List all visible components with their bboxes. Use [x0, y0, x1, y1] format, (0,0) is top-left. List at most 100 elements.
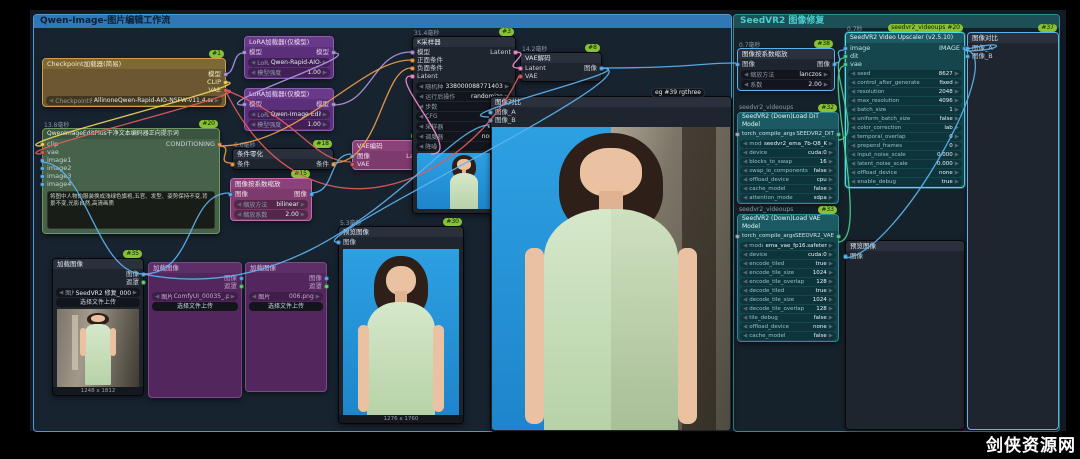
- input-port[interactable]: 图像: [341, 239, 356, 246]
- left-arrow-icon[interactable]: ◀: [743, 306, 747, 312]
- widget-row[interactable]: ◀cache_modelfalse▶: [740, 185, 836, 193]
- widget-row[interactable]: ◀modelema_vae_fp16.safetensors▶: [740, 242, 836, 250]
- left-arrow-icon[interactable]: ◀: [743, 333, 747, 339]
- left-arrow-icon[interactable]: ◀: [851, 107, 855, 113]
- right-arrow-icon[interactable]: ▶: [824, 72, 828, 78]
- node-conditioning-zero-out[interactable]: 0.0毫秒 #18 条件零化 条件 条件: [232, 148, 334, 170]
- left-arrow-icon[interactable]: ◀: [419, 94, 423, 100]
- node-title[interactable]: 加载图像: [149, 263, 241, 273]
- right-arrow-icon[interactable]: ▶: [955, 134, 959, 140]
- right-arrow-icon[interactable]: ▶: [323, 122, 327, 128]
- input-port[interactable]: 图像: [848, 253, 863, 260]
- port-dot[interactable]: [488, 118, 493, 123]
- widget-row[interactable]: ◀缩放系数2.00▶: [234, 210, 308, 219]
- node-preview-image-30[interactable]: 5.3毫秒 #30 预览图像 图像 1276 x 1760: [338, 226, 464, 424]
- right-arrow-icon[interactable]: ▶: [829, 261, 833, 267]
- port-dot[interactable]: [735, 132, 740, 137]
- output-port[interactable]: Latent: [490, 49, 513, 56]
- left-arrow-icon[interactable]: ◀: [743, 168, 747, 174]
- group-title[interactable]: Qwen-Image-图片编辑工作流: [34, 15, 731, 28]
- output-port[interactable]: 图像: [817, 61, 832, 68]
- right-arrow-icon[interactable]: ▶: [231, 294, 235, 300]
- right-arrow-icon[interactable]: ▶: [829, 324, 833, 330]
- output-port[interactable]: CLIP: [207, 79, 223, 86]
- input-port[interactable]: 图像_B: [970, 53, 993, 60]
- node-lora-loader-1[interactable]: LoRA加载器(仅模型) 模型 模型 ◀LoRA名称Qwen-Rapid-AIO…: [244, 36, 334, 79]
- widget-row[interactable]: ◀resolution2048▶: [848, 88, 962, 96]
- left-arrow-icon[interactable]: ◀: [851, 116, 855, 122]
- output-port[interactable]: 遮罩: [309, 283, 324, 290]
- left-arrow-icon[interactable]: ◀: [851, 152, 855, 158]
- node-seedvr2-vae-loader[interactable]: seedvr2_videoups #33 SeedVR2 (Down)Load …: [737, 214, 839, 342]
- widget-row[interactable]: ◀LoRA名称Qwen-Rapid-AIO-Lightning.safetens…: [248, 58, 330, 67]
- left-arrow-icon[interactable]: ◀: [155, 294, 159, 300]
- right-arrow-icon[interactable]: ▶: [829, 186, 833, 192]
- node-image-compare-right[interactable]: #37 图像对比 图像_A图像_B: [967, 32, 1059, 430]
- port-dot[interactable]: [965, 46, 970, 51]
- left-arrow-icon[interactable]: ◀: [851, 143, 855, 149]
- output-port[interactable]: 遮罩: [126, 279, 141, 286]
- output-port[interactable]: SEEDVR2_DIT: [796, 131, 836, 138]
- port-dot[interactable]: [223, 80, 228, 85]
- left-arrow-icon[interactable]: ◀: [851, 125, 855, 131]
- widget-row[interactable]: ◀offload_devicenone▶: [740, 323, 836, 331]
- node-seedvr2-upscaler[interactable]: 0.7秒 seedvr2_videoups #20 SeedVR2 Video …: [845, 32, 965, 188]
- widget-row[interactable]: ◀color_correctionlab▶: [848, 124, 962, 132]
- left-arrow-icon[interactable]: ◀: [851, 98, 855, 104]
- port-dot[interactable]: [242, 50, 247, 55]
- input-port[interactable]: vae: [45, 149, 71, 156]
- right-arrow-icon[interactable]: ▶: [829, 168, 833, 174]
- node-title[interactable]: SeedVR2 (Down)Load DiT Model: [738, 113, 838, 129]
- widget-row[interactable]: ◀input_noise_scale0.000▶: [848, 151, 962, 159]
- right-arrow-icon[interactable]: ▶: [301, 212, 305, 218]
- node-title[interactable]: SeedVR2 (Down)Load VAE Model: [738, 215, 838, 231]
- node-title[interactable]: 条件零化: [233, 149, 333, 159]
- right-arrow-icon[interactable]: ▶: [829, 270, 833, 276]
- input-port[interactable]: VAE: [523, 73, 546, 80]
- left-arrow-icon[interactable]: ◀: [743, 261, 747, 267]
- widget-row[interactable]: ◀缩放方法bilinear▶: [234, 200, 308, 209]
- node-title[interactable]: K采样器: [413, 37, 515, 47]
- output-port[interactable]: 模型: [207, 71, 223, 78]
- widget-row[interactable]: ◀Checkpoint名称AllinoneQwen-Rapid-AIO-NSFW…: [46, 96, 222, 105]
- output-port[interactable]: IMAGE: [939, 45, 962, 52]
- input-port[interactable]: 图像: [355, 153, 370, 160]
- port-dot[interactable]: [410, 58, 415, 63]
- widget-row[interactable]: ◀temporal_overlap0▶: [848, 133, 962, 141]
- left-arrow-icon[interactable]: ◀: [251, 70, 255, 76]
- node-title[interactable]: 预览图像: [339, 227, 463, 237]
- port-dot[interactable]: [488, 110, 493, 115]
- widget-row[interactable]: ◀uniform_batch_sizefalse▶: [848, 115, 962, 123]
- port-dot[interactable]: [40, 166, 45, 171]
- widget-row[interactable]: ◀modelseedvr2_ema_7b-Q8_K_M.gguf▶: [740, 140, 836, 148]
- output-port[interactable]: SEEDVR2_VAE: [795, 233, 836, 240]
- port-dot[interactable]: [735, 234, 740, 239]
- left-arrow-icon[interactable]: ◀: [744, 82, 748, 88]
- right-arrow-icon[interactable]: ▶: [955, 161, 959, 167]
- port-dot[interactable]: [324, 276, 329, 281]
- widget-row[interactable]: ◀模型强度1.00▶: [248, 120, 330, 129]
- node-upscale-image-by-15[interactable]: #15 图像按系数缩放 图像 图像 ◀缩放方法bilinear▶◀缩放系数2.0…: [230, 178, 312, 221]
- right-arrow-icon[interactable]: ▶: [955, 143, 959, 149]
- widget-row[interactable]: ◀blocks_to_swap16▶: [740, 158, 836, 166]
- upload-button[interactable]: 选择文件上传: [152, 302, 238, 311]
- node-title[interactable]: SeedVR2 Video Upscaler (v2.5.10): [846, 33, 964, 43]
- widget-row[interactable]: ◀seed8627▶: [848, 70, 962, 78]
- node-load-image[interactable]: #35 加载图像 图像遮罩 ◀图片SeedVR2 修复_00075_.png▶ …: [52, 258, 144, 396]
- input-port[interactable]: clip: [45, 141, 71, 148]
- node-preview-image-right[interactable]: 预览图像 图像: [845, 240, 965, 430]
- right-arrow-icon[interactable]: ▶: [829, 297, 833, 303]
- output-port[interactable]: 图像: [224, 275, 239, 282]
- right-arrow-icon[interactable]: ▶: [323, 112, 327, 118]
- left-arrow-icon[interactable]: ◀: [743, 159, 747, 165]
- widget-row[interactable]: ◀decode_tile_overlap128▶: [740, 305, 836, 313]
- left-arrow-icon[interactable]: ◀: [252, 294, 256, 300]
- port-dot[interactable]: [331, 50, 336, 55]
- port-dot[interactable]: [40, 142, 45, 147]
- node-load-image-bypassed-2[interactable]: 加载图像 图像遮罩 ◀图片006.png▶ 选择文件上传: [245, 262, 327, 392]
- left-arrow-icon[interactable]: ◀: [251, 60, 255, 66]
- widget-row[interactable]: ◀LoRA名称Qwen-Image-Edit-Lightning.safeten…: [248, 110, 330, 119]
- port-dot[interactable]: [410, 50, 415, 55]
- widget-row[interactable]: ◀control_after_generatefixed▶: [848, 79, 962, 87]
- port-dot[interactable]: [242, 102, 247, 107]
